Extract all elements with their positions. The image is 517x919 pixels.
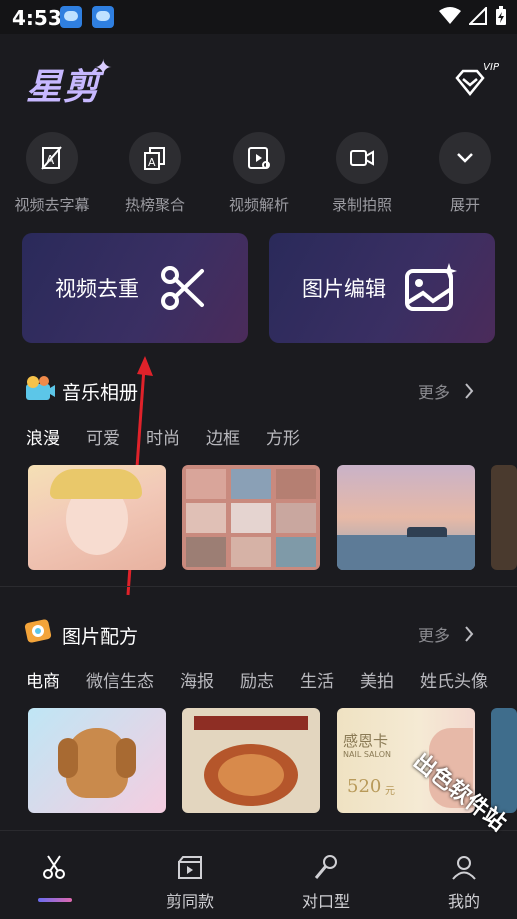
more-label: 更多 — [418, 383, 451, 402]
music-album-title: 音乐相册 — [62, 382, 139, 404]
chevron-down-icon — [457, 153, 473, 163]
tool-label: 录制拍照 — [331, 196, 392, 214]
tool-circle: A — [26, 132, 78, 184]
notification-app-icon — [92, 6, 114, 28]
tool-circle — [233, 132, 285, 184]
svg-text:A: A — [148, 156, 156, 169]
album-thumbnail[interactable] — [28, 465, 166, 570]
tool-video-parse[interactable]: 视频解析 — [207, 132, 311, 215]
recipe-card-subtitle: NAIL SALON — [343, 750, 391, 759]
photo-recipe-icon — [24, 617, 54, 645]
battery-icon — [496, 6, 506, 25]
vip-button[interactable]: VIP — [455, 62, 499, 98]
user-icon — [452, 856, 476, 880]
recipe-card-price: 520 — [347, 776, 382, 797]
album-thumbnail[interactable] — [337, 465, 475, 570]
tool-label: 热榜聚合 — [124, 196, 185, 214]
album-thumbnail[interactable] — [182, 465, 320, 570]
tool-video-remove-subtitle[interactable]: A 视频去字幕 — [0, 132, 104, 215]
signal-icon — [469, 7, 487, 25]
subtitle-off-icon: A — [41, 146, 62, 170]
nav-item-profile[interactable]: 我的 — [414, 850, 514, 912]
music-album-icon — [24, 374, 56, 404]
tool-circle — [439, 132, 491, 184]
tool-label: 视频解析 — [228, 196, 289, 214]
photo-recipe-tabs: 电商 微信生态 海报 励志 生活 美拍 姓氏头像 — [26, 667, 488, 692]
tool-label: 视频去字幕 — [14, 196, 90, 214]
video-parse-icon — [248, 147, 270, 169]
tool-circle — [336, 132, 388, 184]
photo-recipe-title: 图片配方 — [62, 626, 139, 648]
tool-circle: A — [129, 132, 181, 184]
microphone-icon — [314, 855, 337, 879]
tab-border[interactable]: 边框 — [206, 424, 240, 449]
more-label: 更多 — [418, 626, 451, 645]
image-edit-card[interactable]: 图片编辑 — [269, 233, 495, 343]
tab-life[interactable]: 生活 — [300, 667, 334, 692]
nav-active-indicator — [38, 898, 72, 902]
tab-cute[interactable]: 可爱 — [86, 424, 120, 449]
nav-label: 我的 — [447, 892, 480, 911]
card-label: 图片编辑 — [302, 277, 386, 301]
hot-list-icon: A — [144, 147, 165, 170]
sparkle-icon: ✦ — [94, 56, 113, 81]
photo-recipe-more[interactable]: 更多 — [418, 622, 474, 646]
recipe-thumbnail[interactable] — [28, 708, 166, 813]
section-divider — [0, 586, 517, 587]
tool-label: 展开 — [449, 196, 480, 214]
status-bar: 4:53 — [0, 0, 517, 34]
tab-wechat[interactable]: 微信生态 — [86, 667, 154, 692]
tool-hot-list[interactable]: A 热榜聚合 — [103, 132, 207, 215]
tab-fashion[interactable]: 时尚 — [146, 424, 180, 449]
nav-item-lipsync[interactable]: 对口型 — [276, 850, 376, 912]
nav-item-templates[interactable]: 剪同款 — [140, 850, 240, 912]
status-time: 4:53 — [12, 6, 62, 30]
clapper-icon — [178, 856, 202, 879]
tool-record-photo[interactable]: 录制拍照 — [310, 132, 414, 215]
tab-inspiration[interactable]: 励志 — [240, 667, 274, 692]
nav-item-home[interactable] — [4, 850, 104, 902]
tab-beauty[interactable]: 美拍 — [360, 667, 394, 692]
tab-romantic[interactable]: 浪漫 — [26, 424, 60, 449]
recipe-card-unit: 元 — [385, 786, 395, 797]
nav-label: 剪同款 — [165, 892, 214, 911]
status-icons — [439, 6, 507, 26]
tab-ecommerce[interactable]: 电商 — [26, 667, 60, 692]
tab-poster[interactable]: 海报 — [180, 667, 214, 692]
recipe-thumbnail[interactable] — [182, 708, 320, 813]
wifi-icon — [439, 7, 461, 24]
music-album-tabs: 浪漫 可爱 时尚 边框 方形 — [26, 424, 326, 449]
tab-square[interactable]: 方形 — [266, 424, 300, 449]
nav-label: 对口型 — [301, 892, 350, 911]
chevron-right-icon — [465, 383, 474, 399]
notification-app-icon — [60, 6, 82, 28]
card-label: 视频去重 — [55, 277, 139, 301]
vip-badge: VIP — [483, 62, 499, 73]
app-logo: 星剪 — [26, 67, 101, 108]
album-thumbnail[interactable] — [491, 465, 517, 570]
scissors-icon — [43, 855, 65, 879]
tool-expand[interactable]: 展开 — [413, 132, 517, 215]
chevron-right-icon — [465, 626, 474, 642]
camera-record-icon — [350, 150, 374, 166]
scissors-icon — [161, 266, 204, 310]
music-album-more[interactable]: 更多 — [418, 379, 474, 403]
recipe-card-title: 感恩卡 — [343, 732, 389, 750]
tab-surname-avatar[interactable]: 姓氏头像 — [420, 667, 488, 692]
video-dedupe-card[interactable]: 视频去重 — [22, 233, 248, 343]
image-edit-icon — [405, 263, 457, 311]
